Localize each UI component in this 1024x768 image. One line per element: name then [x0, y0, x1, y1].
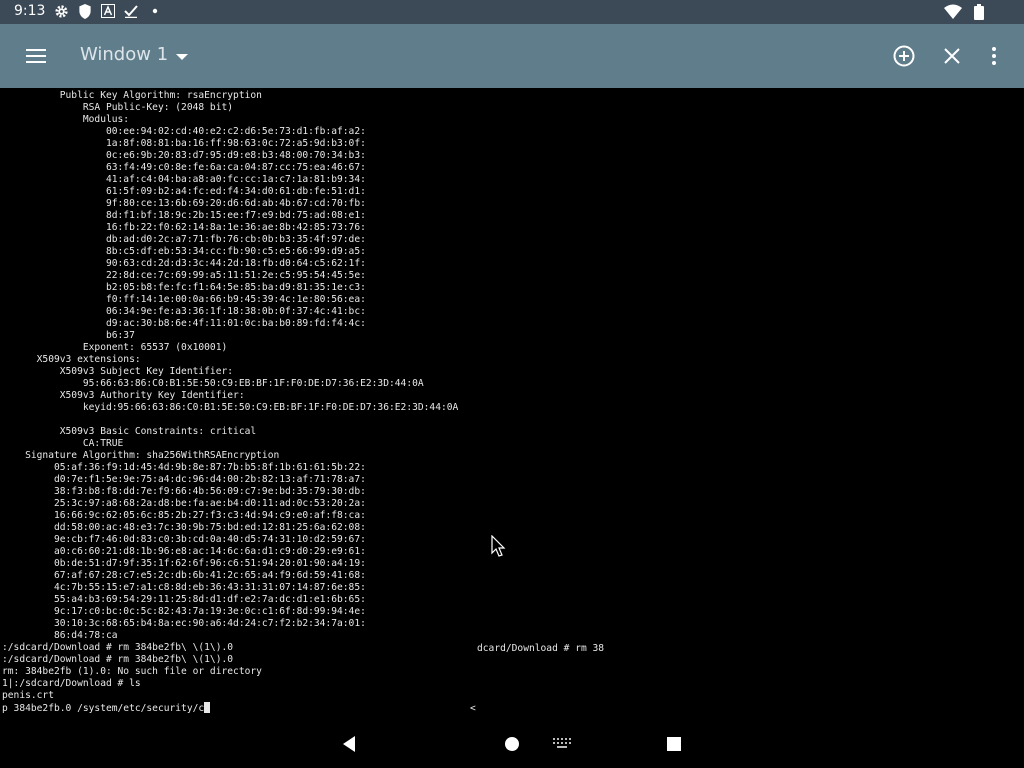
app-bar: Window 1 [0, 24, 1024, 88]
status-right-icons [944, 4, 1004, 20]
terminal-view[interactable]: Public Key Algorithm: rsaEncryption RSA … [0, 88, 1024, 720]
check-icon [124, 5, 138, 18]
nav-bar [0, 720, 1024, 768]
terminal-overlay-text: dcard/Download # rm 38 [477, 643, 605, 654]
font-a-icon [101, 4, 115, 18]
terminal-text: Public Key Algorithm: rsaEncryption RSA … [2, 90, 459, 714]
gear-icon [55, 5, 68, 18]
recents-icon[interactable] [664, 734, 684, 754]
mouse-pointer-icon [491, 535, 506, 557]
text-cursor [204, 702, 211, 713]
status-bar: 9:13 [0, 0, 1024, 24]
back-icon[interactable] [340, 734, 360, 754]
add-circle-icon[interactable] [892, 44, 916, 68]
terminal-overlay-lt: < [470, 703, 476, 714]
window-title[interactable]: Window 1 [80, 44, 168, 65]
shield-icon [79, 4, 91, 19]
home-icon[interactable] [502, 734, 522, 754]
menu-icon[interactable] [24, 44, 48, 68]
battery-icon [974, 4, 984, 20]
status-time: 9:13 [14, 3, 46, 19]
dropdown-arrow-icon[interactable] [175, 52, 189, 62]
close-icon[interactable] [940, 44, 964, 68]
terminal-output: Public Key Algorithm: rsaEncryption RSA … [2, 90, 458, 715]
keyboard-icon[interactable] [552, 736, 572, 752]
more-vert-icon[interactable] [982, 44, 1006, 68]
dot-icon [152, 8, 158, 14]
wifi-icon [944, 4, 962, 19]
